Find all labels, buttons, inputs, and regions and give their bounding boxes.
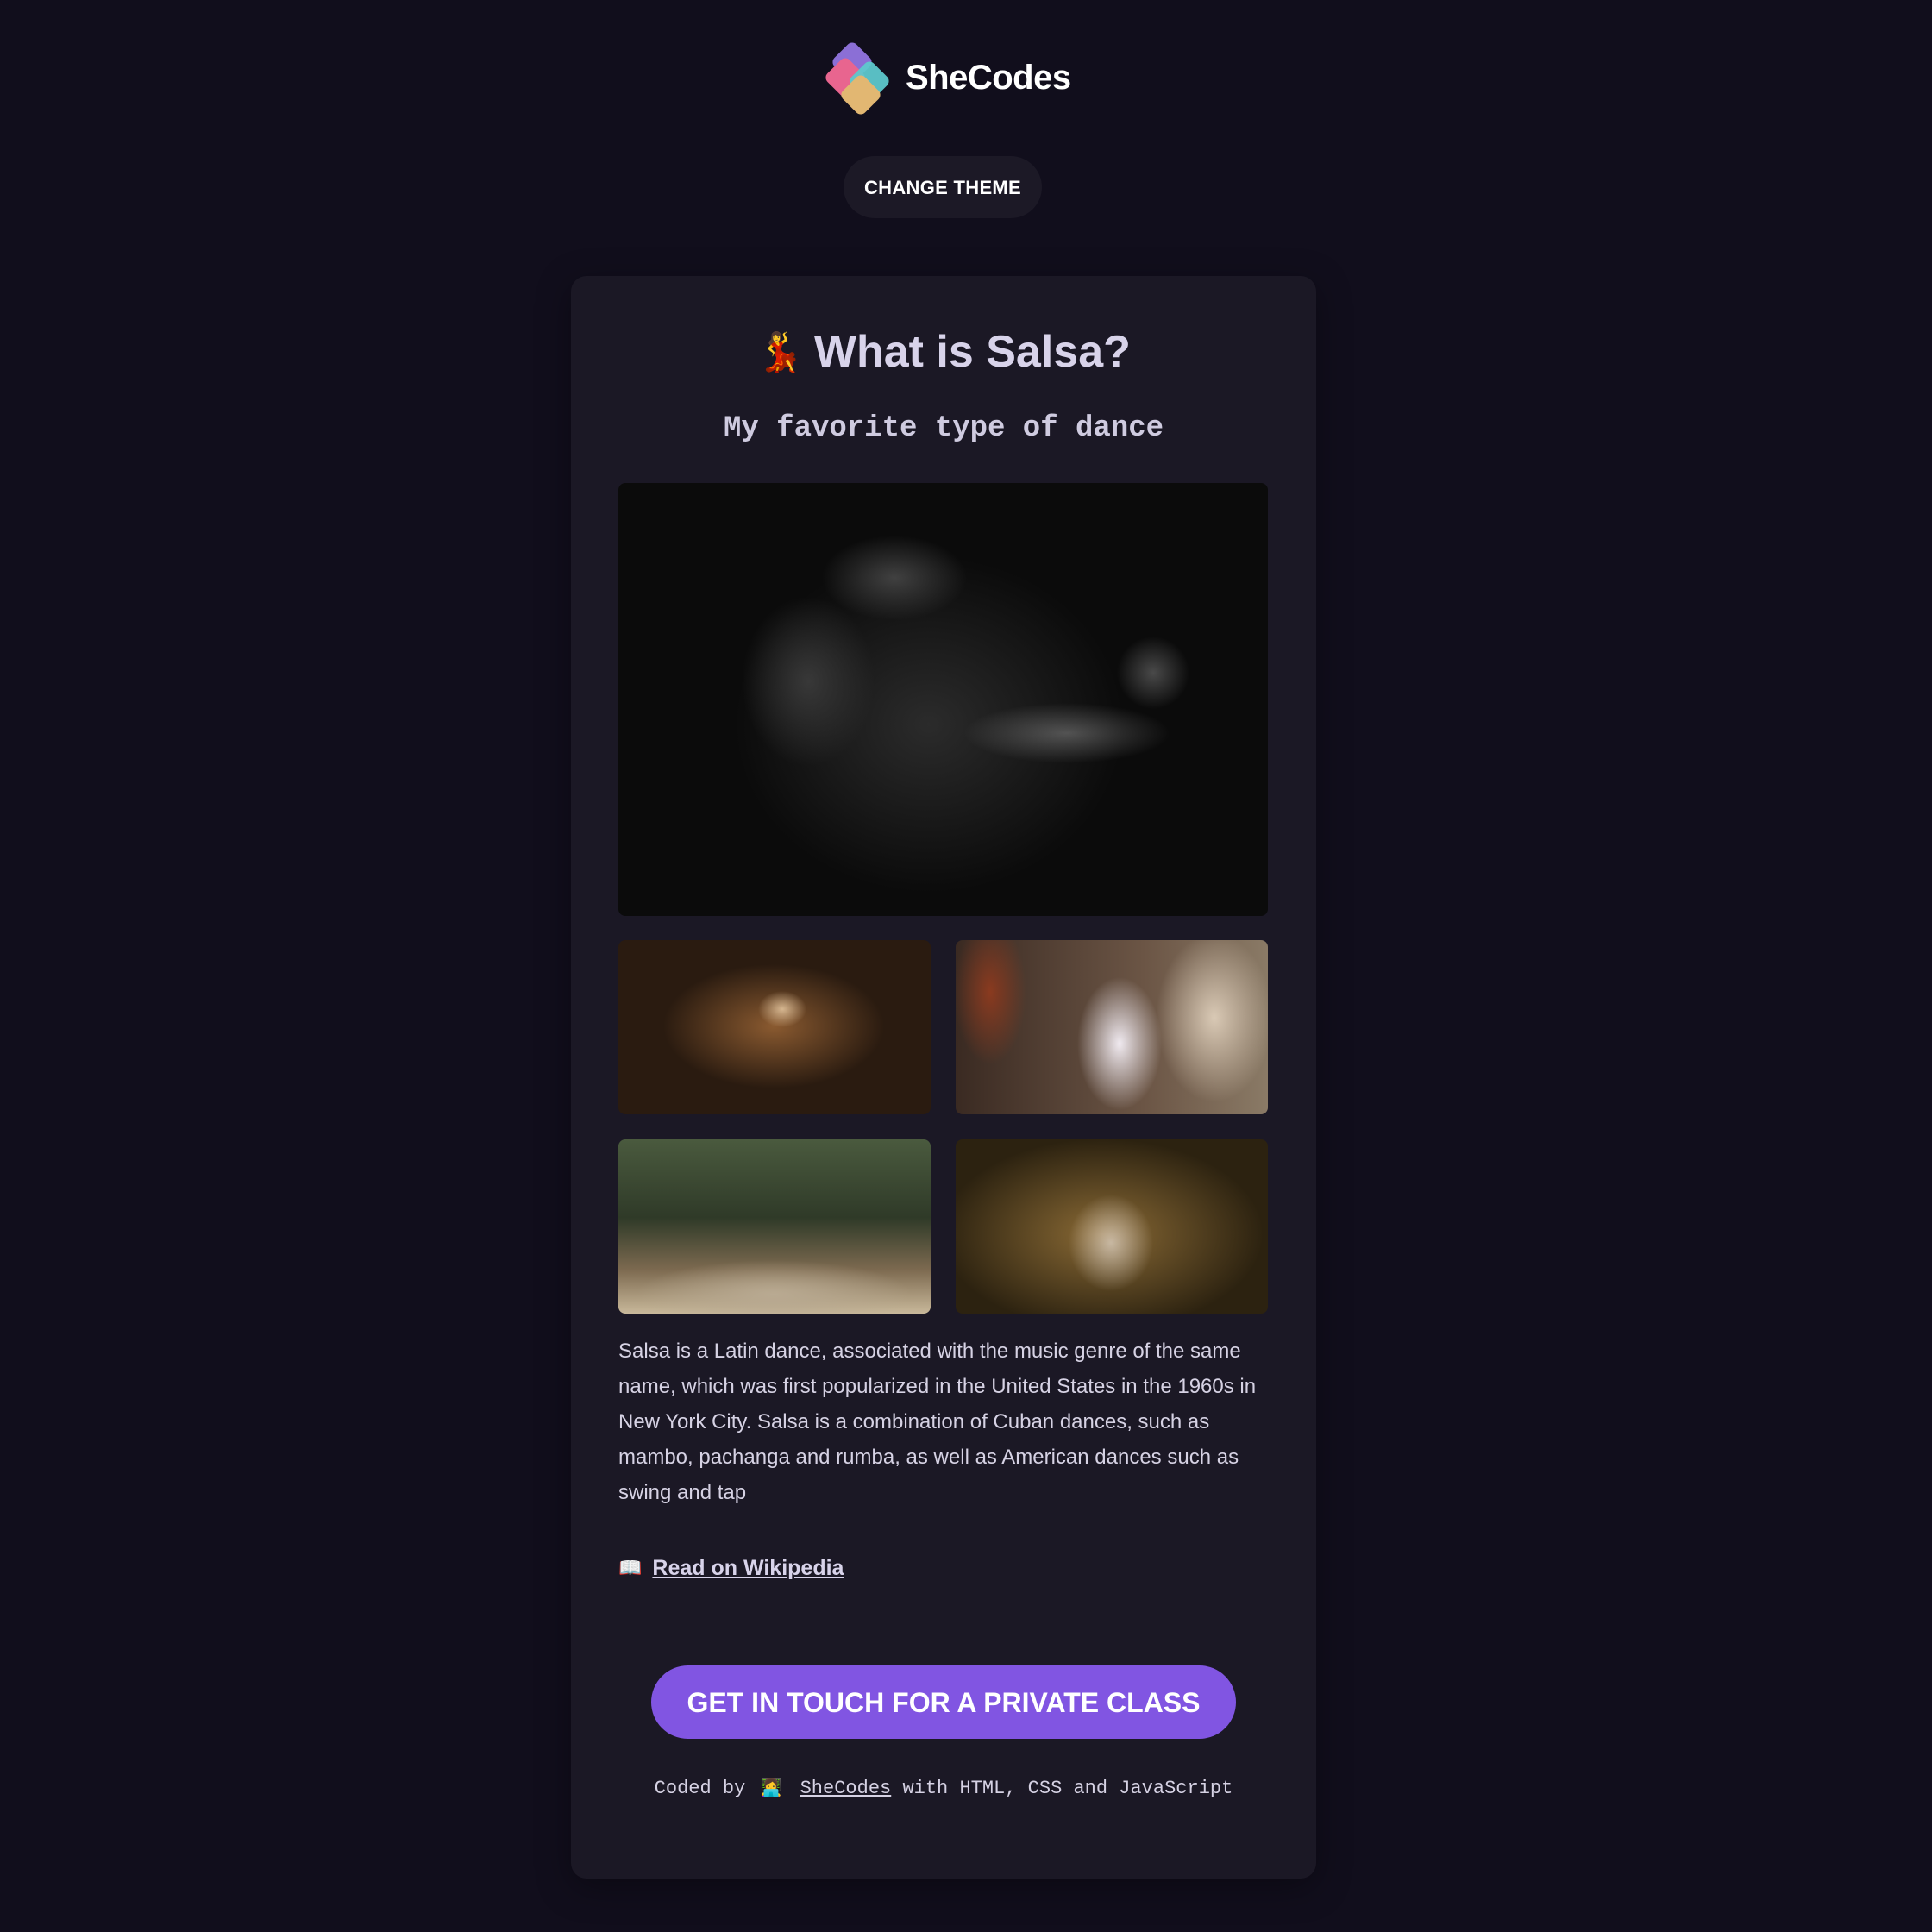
- shecodes-logo-icon: [823, 40, 900, 117]
- woman-technologist-icon: 👩‍💻: [760, 1779, 782, 1799]
- footer-credit: Coded by 👩‍💻 SheCodes with HTML, CSS and…: [571, 1777, 1316, 1799]
- wikipedia-link[interactable]: Read on Wikipedia: [652, 1556, 844, 1581]
- page-subtitle: My favorite type of dance: [723, 412, 1164, 445]
- salsa-description: Salsa is a Latin dance, associated with …: [618, 1339, 1257, 1504]
- private-class-button[interactable]: GET IN TOUCH FOR A PRIVATE CLASS: [651, 1665, 1236, 1739]
- footer-suffix: with HTML, CSS and JavaScript: [902, 1778, 1233, 1799]
- couple-dancing-forest-path-photo: [618, 1139, 931, 1314]
- main-salsa-couple-photo: [618, 483, 1268, 916]
- shecodes-logo[interactable]: SheCodes: [823, 40, 1071, 117]
- page-title: 💃 What is Salsa?: [571, 326, 1316, 378]
- salsa-card: 💃 What is Salsa? My favorite type of danc…: [571, 276, 1316, 1879]
- change-theme-button[interactable]: CHANGE THEME: [844, 156, 1042, 218]
- couple-holding-hands-photo: [956, 940, 1268, 1114]
- logo-text: SheCodes: [906, 58, 1071, 97]
- shecodes-link[interactable]: SheCodes: [800, 1778, 892, 1799]
- book-icon: 📖: [618, 1557, 643, 1578]
- couple-dancing-woods-photo: [956, 1139, 1268, 1314]
- title-text: What is Salsa?: [813, 327, 1131, 377]
- footer-prefix: Coded by: [654, 1778, 746, 1799]
- dancer-icon: 💃: [756, 331, 804, 373]
- wikipedia-link-row: 📖 Read on Wikipedia: [618, 1551, 844, 1585]
- crowd-dancing-photo: [618, 940, 931, 1114]
